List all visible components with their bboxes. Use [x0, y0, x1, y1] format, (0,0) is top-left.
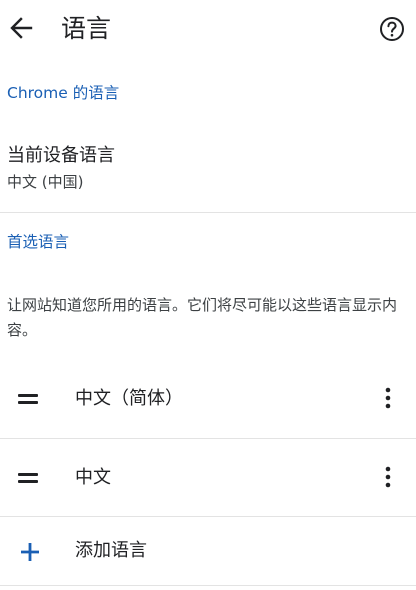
device-language-value: 中文 (中国) — [7, 173, 84, 191]
preferred-languages-header: 首选语言 — [7, 233, 70, 251]
divider — [0, 212, 416, 213]
language-label: 中文（简体） — [75, 388, 183, 409]
language-label: 中文 — [75, 467, 111, 488]
help-button[interactable] — [378, 15, 406, 43]
language-row: 中文（简体） — [0, 360, 416, 438]
drag-handle-icon[interactable] — [18, 471, 38, 485]
back-button[interactable] — [6, 11, 36, 45]
preferred-languages-description: 让网站知道您所用的语言。它们将尽可能以这些语言显示内容。 — [7, 296, 398, 339]
add-language-label: 添加语言 — [75, 540, 147, 561]
arrow-back-icon — [10, 17, 33, 39]
divider — [0, 585, 416, 586]
language-menu-button[interactable] — [377, 461, 399, 495]
device-language-item[interactable]: 当前设备语言 中文 (中国) — [0, 138, 416, 212]
device-language-title: 当前设备语言 — [7, 145, 115, 166]
help-circle-icon — [380, 17, 404, 41]
more-vert-icon — [385, 466, 391, 488]
page-title: 语言 — [61, 14, 112, 43]
add-icon — [21, 543, 39, 561]
drag-handle-icon[interactable] — [18, 392, 38, 406]
more-vert-icon — [385, 387, 391, 409]
add-language-button[interactable]: 添加语言 — [0, 517, 416, 585]
language-menu-button[interactable] — [377, 382, 399, 416]
chrome-languages-header: Chrome 的语言 — [7, 84, 120, 102]
language-row: 中文 — [0, 439, 416, 517]
top-app-bar: 语言 — [0, 0, 416, 58]
